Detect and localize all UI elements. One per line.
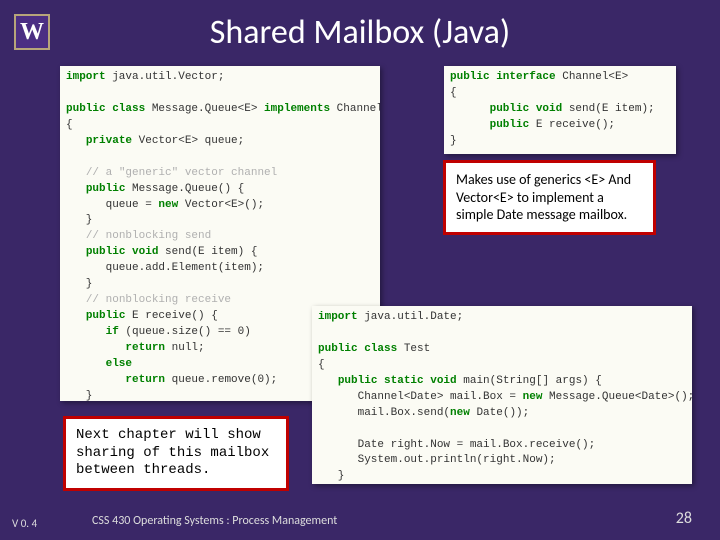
callout-generics: Makes use of generics <E> And Vector<E> … <box>443 160 656 235</box>
page-title: Shared Mailbox (Java) <box>0 12 720 53</box>
callout-next-chapter: Next chapter will show sharing of this m… <box>63 416 289 491</box>
code-test-class: import java.util.Date; public class Test… <box>312 306 692 484</box>
code-channel-interface: public interface Channel<E>{ public void… <box>444 66 676 154</box>
course-label: CSS 430 Operating Systems : Process Mana… <box>92 514 337 528</box>
version-label: V 0. 4 <box>12 517 37 530</box>
page-number: 28 <box>676 509 692 528</box>
